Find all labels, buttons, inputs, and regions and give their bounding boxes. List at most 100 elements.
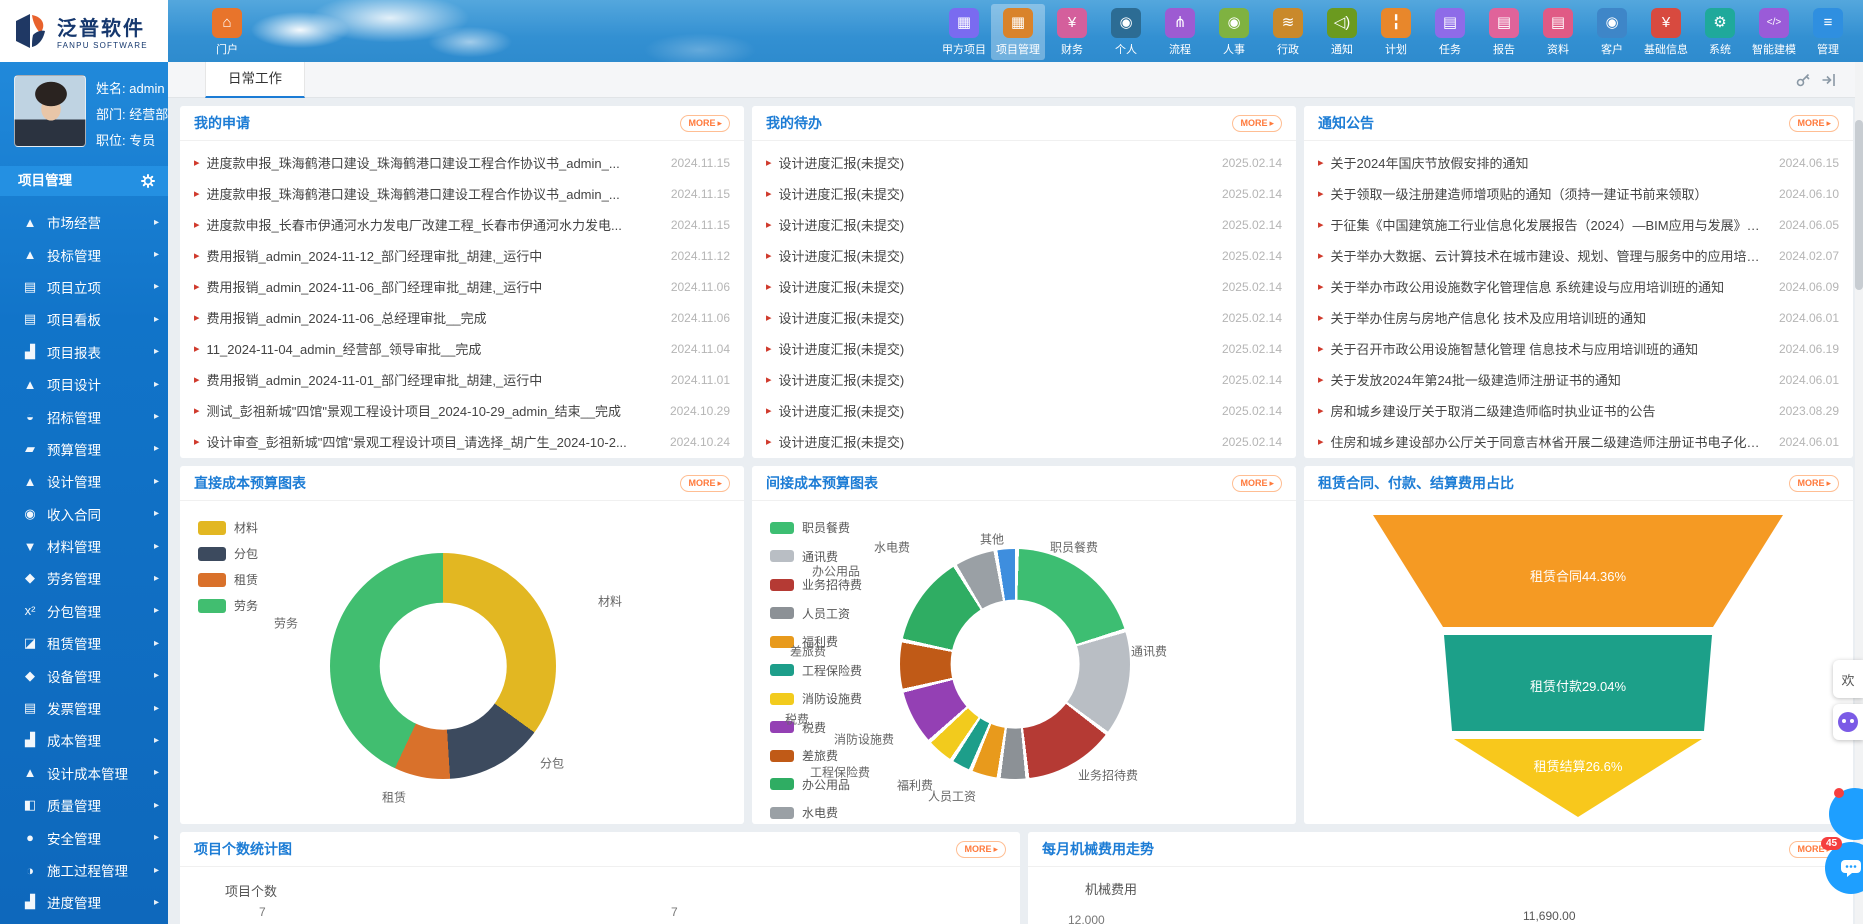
sidebar-item-bidding[interactable]: ▲投标管理▸ (0, 238, 168, 270)
legend-item[interactable]: 租赁 (198, 571, 258, 588)
topnav-item-manage[interactable]: ≡管理 (1801, 4, 1855, 60)
sidebar-item-tender[interactable]: ◒招标管理▸ (0, 400, 168, 432)
topnav-item-smart-modeling[interactable]: </>智能建模 (1747, 4, 1801, 60)
sidebar-item-rental[interactable]: ◪租赁管理▸ (0, 627, 168, 659)
list-item[interactable]: ▸进度款申报_珠海鹤港口建设_珠海鹤港口建设工程合作协议书_admin_...2… (194, 178, 730, 209)
list-item[interactable]: ▸测试_彭祖新城"四馆"景观工程设计项目_2024-10-29_admin_结束… (194, 395, 730, 426)
sidebar-item-equipment[interactable]: ◆设备管理▸ (0, 659, 168, 691)
list-item[interactable]: ▸11_2024-11-04_admin_经营部_领导审批__完成2024.11… (194, 333, 730, 364)
list-item[interactable]: ▸设计审查_彭祖新城"四馆"景观工程设计项目_请选择_胡广生_2024-10-2… (194, 426, 730, 457)
legend-item[interactable]: 材料 (198, 519, 258, 536)
list-item[interactable]: ▸设计进度汇报(未提交)2025.02.14 (766, 209, 1282, 240)
sidebar-item-income-contract[interactable]: ◉收入合同▸ (0, 498, 168, 530)
key-icon[interactable] (1795, 72, 1811, 88)
legend-item[interactable]: 税费 (770, 719, 862, 736)
list-item[interactable]: ▸费用报销_admin_2024-11-06_部门经理审批_胡建,_运行中202… (194, 271, 730, 302)
list-item[interactable]: ▸设计进度汇报(未提交)2025.02.14 (766, 395, 1282, 426)
topnav-item-base-info[interactable]: ¥基础信息 (1639, 4, 1693, 60)
more-button[interactable]: MORE (1232, 115, 1282, 132)
sidebar-section-header[interactable]: 项目管理 (0, 166, 168, 196)
sidebar-item-cost[interactable]: ▟成本管理▸ (0, 724, 168, 756)
sidebar-item-project-board[interactable]: ▤项目看板▸ (0, 303, 168, 335)
sidebar-item-certificate[interactable]: ▮证件管理▸ (0, 919, 168, 924)
list-item[interactable]: ▸关于召开市政公用设施智慧化管理 信息技术与应用培训班的通知2024.06.19 (1318, 333, 1839, 364)
list-item[interactable]: ▸设计进度汇报(未提交)2025.02.14 (766, 302, 1282, 333)
gear-icon[interactable] (140, 173, 156, 189)
topnav-item-finance[interactable]: ¥财务 (1045, 4, 1099, 60)
sidebar-item-market[interactable]: ▲市场经营▸ (0, 206, 168, 238)
robot-assistant-widget[interactable] (1833, 704, 1863, 740)
sidebar-item-construction-process[interactable]: ◑施工过程管理▸ (0, 854, 168, 886)
more-button[interactable]: MORE (956, 841, 1006, 858)
topnav-item-document[interactable]: ▤资料 (1531, 4, 1585, 60)
sidebar-item-material[interactable]: ▼材料管理▸ (0, 530, 168, 562)
customer-service-widget[interactable]: 欢 (1833, 660, 1863, 698)
more-button[interactable]: MORE (1232, 475, 1282, 492)
topnav-item-party-a-project[interactable]: ▦甲方项目 (937, 4, 991, 60)
topnav-item-customer[interactable]: ◉客户 (1585, 4, 1639, 60)
topnav-item-workflow[interactable]: ⋔流程 (1153, 4, 1207, 60)
list-item[interactable]: ▸设计进度汇报(未提交)2025.02.14 (766, 426, 1282, 457)
list-item[interactable]: ▸费用报销_admin_2024-11-12_部门经理审批_胡建,_运行中202… (194, 240, 730, 271)
list-item[interactable]: ▸关于2024年国庆节放假安排的通知2024.06.15 (1318, 147, 1839, 178)
topnav-item-personal[interactable]: ◉个人 (1099, 4, 1153, 60)
list-item[interactable]: ▸关于领取一级注册建造师增项贴的通知（须持一建证书前来领取）2024.06.10 (1318, 178, 1839, 209)
sidebar-item-project-initiation[interactable]: ▤项目立项▸ (0, 271, 168, 303)
legend-item[interactable]: 福利费 (770, 633, 862, 650)
list-item[interactable]: ▸设计进度汇报(未提交)2025.02.14 (766, 364, 1282, 395)
list-item[interactable]: ▸费用报销_admin_2024-11-01_部门经理审批_胡建,_运行中202… (194, 364, 730, 395)
topnav-item-hr[interactable]: ◉人事 (1207, 4, 1261, 60)
topnav-item-project-management[interactable]: ▦项目管理 (991, 4, 1045, 60)
sidebar-item-project-reports[interactable]: ▟项目报表▸ (0, 336, 168, 368)
sidebar-item-subcontract[interactable]: x²分包管理▸ (0, 595, 168, 627)
sidebar-item-quality[interactable]: ◧质量管理▸ (0, 789, 168, 821)
tab-daily-work[interactable]: 日常工作 (205, 62, 305, 98)
list-item[interactable]: ▸关于举办住房与房地产信息化 技术及应用培训班的通知2024.06.01 (1318, 302, 1839, 333)
list-item[interactable]: ▸设计进度汇报(未提交)2025.02.14 (766, 240, 1282, 271)
topnav-item-administration[interactable]: ≋行政 (1261, 4, 1315, 60)
more-button[interactable]: MORE (680, 115, 730, 132)
sidebar-item-invoice[interactable]: ▤发票管理▸ (0, 692, 168, 724)
list-item[interactable]: ▸住房和城乡建设部办公厅关于同意吉林省开展二级建造师注册证书电子化试点...20… (1318, 426, 1839, 457)
more-button[interactable]: MORE (1789, 475, 1839, 492)
list-item[interactable]: ▸于征集《中国建筑施工行业信息化发展报告（2024）—BIM应用与发展》材料..… (1318, 209, 1839, 240)
legend-item[interactable]: 水电费 (770, 804, 862, 821)
list-item[interactable]: ▸设计进度汇报(未提交)2025.02.14 (766, 178, 1282, 209)
scrollbar-thumb[interactable] (1855, 120, 1863, 290)
sidebar-item-design-cost[interactable]: ▲设计成本管理▸ (0, 757, 168, 789)
sidebar-item-design[interactable]: ▲设计管理▸ (0, 465, 168, 497)
more-button[interactable]: MORE (680, 475, 730, 492)
topnav-item-task[interactable]: ▤任务 (1423, 4, 1477, 60)
list-item[interactable]: ▸设计进度汇报(未提交)2025.02.14 (766, 333, 1282, 364)
list-item[interactable]: ▸设计进度汇报(未提交)2025.02.14 (766, 271, 1282, 302)
list-item[interactable]: ▸关于发放2024年第24批一级建造师注册证书的通知2024.06.01 (1318, 364, 1839, 395)
legend-item[interactable]: 分包 (198, 545, 258, 562)
sidebar-item-project-design[interactable]: ▲项目设计▸ (0, 368, 168, 400)
legend-item[interactable]: 劳务 (198, 597, 258, 614)
collapse-panel-icon[interactable] (1821, 72, 1837, 88)
list-item[interactable]: ▸关于举办市政公用设施数字化管理信息 系统建设与应用培训班的通知2024.06.… (1318, 271, 1839, 302)
sidebar-item-safety[interactable]: ●安全管理▸ (0, 821, 168, 853)
legend-item[interactable]: 消防设施费 (770, 690, 862, 707)
legend-item[interactable]: 差旅费 (770, 747, 862, 764)
legend-item[interactable]: 业务招待费 (770, 576, 862, 593)
sidebar-item-progress[interactable]: ▟进度管理▸ (0, 886, 168, 918)
topnav-item-system[interactable]: ⚙系统 (1693, 4, 1747, 60)
list-item[interactable]: ▸费用报销_admin_2024-11-06_总经理审批__完成2024.11.… (194, 302, 730, 333)
sidebar-item-labor[interactable]: ◆劳务管理▸ (0, 562, 168, 594)
more-button[interactable]: MORE (1789, 115, 1839, 132)
topnav-item-plan[interactable]: ╏计划 (1369, 4, 1423, 60)
topnav-item-report[interactable]: ▤报告 (1477, 4, 1531, 60)
legend-item[interactable]: 人员工资 (770, 605, 862, 622)
list-item[interactable]: ▸设计进度汇报(未提交)2025.02.14 (766, 147, 1282, 178)
sidebar-item-budget[interactable]: ▰预算管理▸ (0, 433, 168, 465)
list-item[interactable]: ▸进度款申报_长春市伊通河水力发电厂改建工程_长春市伊通河水力发电...2024… (194, 209, 730, 240)
list-item[interactable]: ▸进度款申报_珠海鹤港口建设_珠海鹤港口建设工程合作协议书_admin_...2… (194, 147, 730, 178)
list-item[interactable]: ▸房和城乡建设厅关于取消二级建造师临时执业证书的公告2023.08.29 (1318, 395, 1839, 426)
topnav-item-portal[interactable]: ⌂门户 (200, 4, 254, 60)
topnav-item-notification[interactable]: ◁)通知 (1315, 4, 1369, 60)
list-item[interactable]: ▸关于举办大数据、云计算技术在城市建设、规划、管理与服务中的应用培训班...20… (1318, 240, 1839, 271)
legend-item[interactable]: 工程保险费 (770, 662, 862, 679)
legend-item[interactable]: 职员餐费 (770, 519, 862, 536)
legend-item[interactable]: 办公用品 (770, 776, 862, 793)
